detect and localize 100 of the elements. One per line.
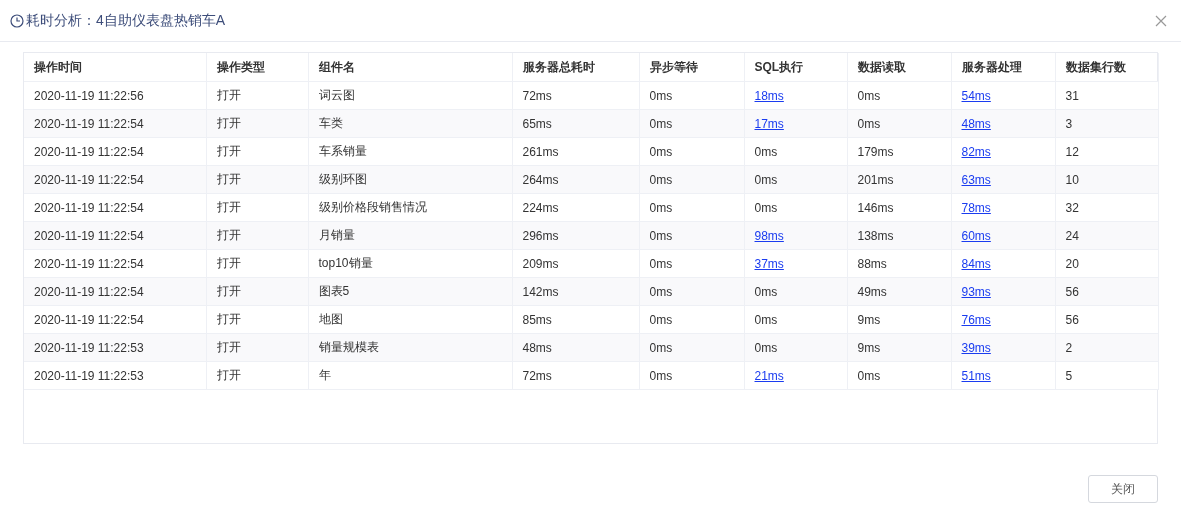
table-cell: 2020-11-19 11:22:54 bbox=[24, 305, 206, 334]
table-cell: 20 bbox=[1055, 249, 1158, 278]
time-link[interactable]: 76ms bbox=[961, 312, 991, 327]
column-header: 数据读取 bbox=[847, 53, 951, 82]
table-cell: 24 bbox=[1055, 221, 1158, 250]
time-link[interactable]: 18ms bbox=[754, 88, 784, 103]
table-cell: 0ms bbox=[847, 81, 951, 110]
table-cell: 12 bbox=[1055, 137, 1158, 166]
time-link[interactable]: 21ms bbox=[754, 368, 784, 383]
table-cell: 88ms bbox=[847, 249, 951, 278]
table-cell: 201ms bbox=[847, 165, 951, 194]
table-cell: 138ms bbox=[847, 221, 951, 250]
table-cell: 0ms bbox=[847, 361, 951, 390]
table-cell: 56 bbox=[1055, 277, 1158, 306]
table-cell: 打开 bbox=[206, 221, 308, 250]
time-link[interactable]: 84ms bbox=[961, 256, 991, 271]
table-cell: top10销量 bbox=[308, 249, 512, 278]
table-cell: 0ms bbox=[847, 109, 951, 138]
time-link[interactable]: 93ms bbox=[961, 284, 991, 299]
time-link[interactable]: 37ms bbox=[754, 256, 784, 271]
table-cell: 级别价格段销售情况 bbox=[308, 193, 512, 222]
table-cell: 31 bbox=[1055, 81, 1158, 110]
table-cell: 9ms bbox=[847, 333, 951, 362]
table-cell: 2020-11-19 11:22:54 bbox=[24, 277, 206, 306]
table-cell: 3 bbox=[1055, 109, 1158, 138]
time-link[interactable]: 51ms bbox=[961, 368, 991, 383]
table-cell: 0ms bbox=[639, 137, 744, 166]
table-cell: 209ms bbox=[512, 249, 639, 278]
table-cell: 2020-11-19 11:22:54 bbox=[24, 221, 206, 250]
table-cell: 打开 bbox=[206, 277, 308, 306]
table-cell: 2020-11-19 11:22:56 bbox=[24, 81, 206, 110]
table-cell: 5 bbox=[1055, 361, 1158, 390]
table-cell: 打开 bbox=[206, 193, 308, 222]
table-cell: 0ms bbox=[744, 333, 847, 362]
table-cell: 级别环图 bbox=[308, 165, 512, 194]
time-link[interactable]: 82ms bbox=[961, 144, 991, 159]
time-link[interactable]: 54ms bbox=[961, 88, 991, 103]
column-header: 服务器总耗时 bbox=[512, 53, 639, 82]
table-cell: 264ms bbox=[512, 165, 639, 194]
column-header: SQL执行 bbox=[744, 53, 847, 82]
table-cell: 打开 bbox=[206, 333, 308, 362]
table-cell: 10 bbox=[1055, 165, 1158, 194]
table-cell: 49ms bbox=[847, 277, 951, 306]
table-cell: 2020-11-19 11:22:54 bbox=[24, 137, 206, 166]
close-icon[interactable] bbox=[1155, 14, 1167, 27]
table-cell: 打开 bbox=[206, 137, 308, 166]
table-cell: 销量规模表 bbox=[308, 333, 512, 362]
table-cell: 48ms bbox=[512, 333, 639, 362]
table-cell: 车类 bbox=[308, 109, 512, 138]
table-cell: 2020-11-19 11:22:54 bbox=[24, 165, 206, 194]
time-link[interactable]: 98ms bbox=[754, 228, 784, 243]
close-button[interactable]: 关闭 bbox=[1088, 475, 1158, 503]
column-header: 异步等待 bbox=[639, 53, 744, 82]
table-cell: 年 bbox=[308, 361, 512, 390]
table-cell: 图表5 bbox=[308, 277, 512, 306]
table-cell: 打开 bbox=[206, 361, 308, 390]
column-header: 数据集行数 bbox=[1055, 53, 1158, 82]
time-link[interactable]: 60ms bbox=[961, 228, 991, 243]
column-header: 操作类型 bbox=[206, 53, 308, 82]
table-cell: 车系销量 bbox=[308, 137, 512, 166]
table-cell: 142ms bbox=[512, 277, 639, 306]
column-header: 组件名 bbox=[308, 53, 512, 82]
table-cell: 打开 bbox=[206, 249, 308, 278]
table-cell: 2020-11-19 11:22:53 bbox=[24, 361, 206, 390]
table-cell: 72ms bbox=[512, 361, 639, 390]
table-cell: 2 bbox=[1055, 333, 1158, 362]
table-cell: 0ms bbox=[639, 165, 744, 194]
table-cell: 0ms bbox=[639, 305, 744, 334]
table-cell: 词云图 bbox=[308, 81, 512, 110]
table-cell: 0ms bbox=[639, 249, 744, 278]
table-cell: 0ms bbox=[639, 277, 744, 306]
table-cell: 65ms bbox=[512, 109, 639, 138]
table-cell: 0ms bbox=[639, 361, 744, 390]
table-cell: 打开 bbox=[206, 305, 308, 334]
table-cell: 224ms bbox=[512, 193, 639, 222]
clock-icon bbox=[10, 13, 24, 28]
column-header: 服务器处理 bbox=[951, 53, 1055, 82]
table-cell: 打开 bbox=[206, 81, 308, 110]
table-cell: 146ms bbox=[847, 193, 951, 222]
table-cell: 0ms bbox=[639, 333, 744, 362]
column-header: 操作时间 bbox=[24, 53, 206, 82]
table-cell: 0ms bbox=[744, 277, 847, 306]
table-cell: 179ms bbox=[847, 137, 951, 166]
table-cell: 296ms bbox=[512, 221, 639, 250]
table-cell: 地图 bbox=[308, 305, 512, 334]
time-link[interactable]: 39ms bbox=[961, 340, 991, 355]
table-cell: 0ms bbox=[639, 109, 744, 138]
table-cell: 9ms bbox=[847, 305, 951, 334]
table-cell: 0ms bbox=[639, 193, 744, 222]
time-link[interactable]: 48ms bbox=[961, 116, 991, 131]
table-cell: 2020-11-19 11:22:54 bbox=[24, 193, 206, 222]
table-cell: 0ms bbox=[639, 221, 744, 250]
table-cell: 0ms bbox=[744, 165, 847, 194]
time-link[interactable]: 63ms bbox=[961, 172, 991, 187]
time-link[interactable]: 78ms bbox=[961, 200, 991, 215]
table-cell: 32 bbox=[1055, 193, 1158, 222]
table-cell: 打开 bbox=[206, 165, 308, 194]
table-cell: 85ms bbox=[512, 305, 639, 334]
table-cell: 72ms bbox=[512, 81, 639, 110]
time-link[interactable]: 17ms bbox=[754, 116, 784, 131]
